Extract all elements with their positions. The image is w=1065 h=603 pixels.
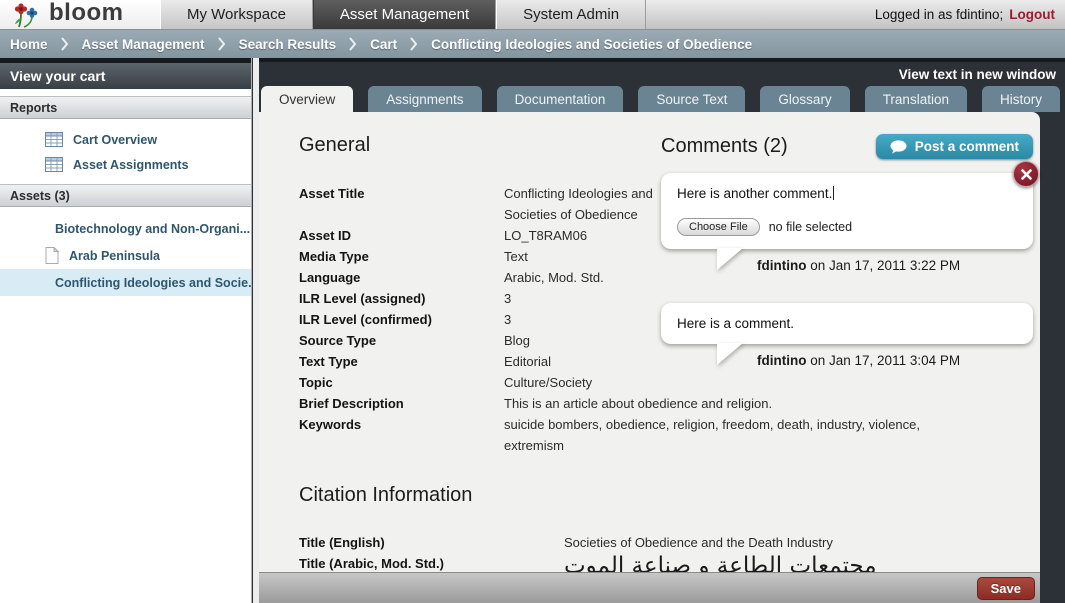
field-title-english: Title (English) Societies of Obedience a… xyxy=(299,532,1014,553)
field-keywords: Keywords suicide bombers, obedience, rel… xyxy=(299,414,949,456)
sidebar-item-asset-conflicting-ideologies[interactable]: Conflicting Ideologies and Socie... xyxy=(0,269,251,296)
table-icon xyxy=(45,157,63,172)
login-status-text: Logged in as fdintino; xyxy=(875,7,1003,22)
post-comment-button[interactable]: Post a comment xyxy=(876,134,1033,159)
nav-system-admin[interactable]: System Admin xyxy=(496,0,646,29)
breadcrumb-current-asset[interactable]: Conflicting Ideologies and Societies of … xyxy=(431,37,752,52)
asset-detail-main: View text in new window Overview Assignm… xyxy=(259,58,1065,603)
view-cart-header[interactable]: View your cart xyxy=(0,58,251,89)
speech-tail xyxy=(717,343,743,365)
comment-attribution: fdintino on Jan 17, 2011 3:04 PM xyxy=(757,353,960,368)
primary-nav: My Workspace Asset Management System Adm… xyxy=(160,0,646,29)
top-bar: bloom My Workspace Asset Management Syst… xyxy=(0,0,1065,30)
app-logo[interactable]: bloom xyxy=(0,0,160,29)
breadcrumb-asset-management[interactable]: Asset Management xyxy=(82,37,205,52)
sidebar-item-label: Arab Peninsula xyxy=(69,249,160,263)
login-status-area: Logged in as fdintino; Logout xyxy=(875,0,1065,29)
logout-link[interactable]: Logout xyxy=(1009,7,1055,22)
chevron-right-icon xyxy=(61,37,69,51)
close-comment-button[interactable] xyxy=(1013,161,1039,187)
flower-logo-icon xyxy=(12,2,40,28)
close-icon xyxy=(1021,169,1032,180)
sidebar-item-label: Asset Assignments xyxy=(73,158,189,172)
comment-text: Here is a comment. xyxy=(677,316,1017,331)
save-button[interactable]: Save xyxy=(977,577,1035,600)
table-icon xyxy=(45,132,63,147)
comment-attribution-row: fdintino on Jan 17, 2011 3:04 PM xyxy=(661,344,1033,374)
breadcrumb-search-results[interactable]: Search Results xyxy=(239,37,337,52)
comment-attribution-row: fdintino on Jan 17, 2011 3:22 PM xyxy=(661,249,1033,279)
nav-my-workspace[interactable]: My Workspace xyxy=(160,0,313,29)
citation-section: Citation Information Title (English) Soc… xyxy=(299,484,1014,579)
sidebar-item-label: Conflicting Ideologies and Socie... xyxy=(55,276,259,290)
choose-file-button[interactable]: Choose File xyxy=(677,218,760,236)
comment-edit-text[interactable]: Here is another comment. xyxy=(677,186,1017,201)
comments-heading: Comments (2) xyxy=(661,135,788,158)
breadcrumb-cart[interactable]: Cart xyxy=(370,37,397,52)
comment-bubble: Here is a comment. xyxy=(661,303,1033,344)
tab-source-text[interactable]: Source Text xyxy=(638,86,745,112)
field-brief-description: Brief Description This is an article abo… xyxy=(299,393,949,414)
sidebar-item-label: Biotechnology and Non-Organi... xyxy=(55,222,250,236)
nav-asset-management[interactable]: Asset Management xyxy=(313,0,496,29)
tab-documentation[interactable]: Documentation xyxy=(497,86,624,112)
file-status-text: no file selected xyxy=(769,220,852,234)
overview-panel: General Asset Title Conflicting Ideologi… xyxy=(259,112,1040,603)
assets-list: Biotechnology and Non-Organi... Arab Pen… xyxy=(0,207,251,303)
tab-history[interactable]: History xyxy=(982,86,1060,112)
chevron-right-icon xyxy=(218,37,226,51)
reports-list: Cart Overview Asset Assignments xyxy=(0,119,251,184)
document-icon xyxy=(45,247,59,264)
citation-heading: Citation Information xyxy=(299,484,1014,507)
breadcrumb-home[interactable]: Home xyxy=(10,37,48,52)
tab-assignments[interactable]: Assignments xyxy=(368,86,481,112)
tab-overview[interactable]: Overview xyxy=(261,86,353,112)
speech-tail xyxy=(717,248,743,270)
asset-tabs: Overview Assignments Documentation Sourc… xyxy=(261,86,1040,112)
sidebar-item-label: Cart Overview xyxy=(73,133,157,147)
breadcrumb: Home Asset Management Search Results Car… xyxy=(0,30,1065,58)
sidebar-item-asset-biotechnology[interactable]: Biotechnology and Non-Organi... xyxy=(0,215,251,242)
speech-bubble-icon xyxy=(890,140,907,154)
assets-section-header: Assets (3) xyxy=(0,184,251,207)
chevron-right-icon xyxy=(410,37,418,51)
field-topic: Topic Culture/Society xyxy=(299,372,949,393)
view-text-new-window-link[interactable]: View text in new window xyxy=(899,67,1056,82)
comment-edit-bubble[interactable]: Here is another comment. Choose File no … xyxy=(661,173,1033,249)
comment-attribution: fdintino on Jan 17, 2011 3:22 PM xyxy=(757,258,960,273)
chevron-right-icon xyxy=(349,37,357,51)
logo-text: bloom xyxy=(49,0,124,27)
sidebar-item-asset-assignments[interactable]: Asset Assignments xyxy=(0,152,251,177)
save-bar: Save xyxy=(259,572,1040,603)
cart-sidebar: View your cart Reports Cart Overview xyxy=(0,58,252,603)
reports-section-header: Reports xyxy=(0,96,251,119)
tab-translation[interactable]: Translation xyxy=(865,86,967,112)
comments-section: Comments (2) Post a comment Here is anot… xyxy=(661,134,1033,374)
text-cursor xyxy=(833,186,834,200)
sidebar-item-cart-overview[interactable]: Cart Overview xyxy=(0,127,251,152)
tab-glossary[interactable]: Glossary xyxy=(760,86,849,112)
sidebar-item-asset-arab-peninsula[interactable]: Arab Peninsula xyxy=(0,242,251,269)
